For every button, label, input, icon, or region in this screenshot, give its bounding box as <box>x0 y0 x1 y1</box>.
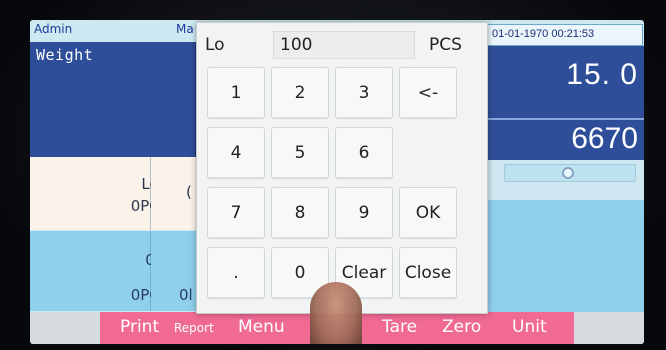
lo-limit-cell[interactable]: Lo 0PCS <box>30 157 169 230</box>
toolbar-edge-left <box>30 312 100 344</box>
datetime-display: 01-01-1970 00:21:53 <box>485 24 643 46</box>
keypad-value-field[interactable]: 100 <box>273 31 415 59</box>
datetime-text: 01-01-1970 00:21:53 <box>492 28 595 40</box>
close-key-label: Close <box>404 263 452 283</box>
tare-button[interactable]: Tare <box>382 317 417 337</box>
backspace-key-label: <- <box>417 83 439 103</box>
key-8[interactable]: 8 <box>271 187 329 239</box>
print-button[interactable]: Print <box>120 317 159 337</box>
key-2-label: 2 <box>294 83 306 103</box>
count-readout: 6670 <box>571 122 638 155</box>
key-2[interactable]: 2 <box>271 67 329 119</box>
zero-button[interactable]: Zero <box>442 317 481 337</box>
value-panel: 15. 0 6670 <box>472 46 644 160</box>
weight-readout: 15. 0 <box>566 58 638 91</box>
key-4[interactable]: 4 <box>207 127 265 179</box>
key-7-label: 7 <box>230 203 242 223</box>
user-label: Admin <box>34 22 73 36</box>
key-5-label: 5 <box>294 143 306 163</box>
status-strip: Admin Ma <box>30 20 198 44</box>
key-3-label: 3 <box>358 83 370 103</box>
next-limit-cell[interactable]: ( <box>151 157 199 230</box>
unit-button[interactable]: Unit <box>512 317 547 337</box>
key-0-label: 0 <box>294 263 306 283</box>
backspace-key[interactable]: <- <box>399 67 457 119</box>
decimal-key[interactable]: . <box>207 247 265 299</box>
key-1[interactable]: 1 <box>207 67 265 119</box>
key-4-label: 4 <box>230 143 242 163</box>
ok-key-label: OK <box>415 203 441 223</box>
key-5[interactable]: 5 <box>271 127 329 179</box>
clear-key-label: Clear <box>341 263 387 283</box>
right-info-panel <box>472 200 644 312</box>
count-cell[interactable]: 0 0PCS <box>30 231 169 311</box>
keypad-unit-label: PCS <box>429 35 462 55</box>
decimal-key-label: . <box>233 263 239 283</box>
indicator-dot-icon <box>562 167 574 179</box>
toolbar-edge-right <box>574 312 644 344</box>
close-key[interactable]: Close <box>399 247 457 299</box>
key-9-label: 9 <box>358 203 370 223</box>
count-next-fragment: 0l <box>179 286 193 304</box>
weight-panel: Weight <box>30 42 197 157</box>
key-7[interactable]: 7 <box>207 187 265 239</box>
keypad-value-text: 100 <box>280 35 313 55</box>
count-next-cell[interactable]: 0l <box>151 231 199 311</box>
indicator-area <box>472 160 644 200</box>
key-9[interactable]: 9 <box>335 187 393 239</box>
mode-label: Ma <box>176 22 194 36</box>
keypad-title: Lo <box>205 35 225 55</box>
ok-key[interactable]: OK <box>399 187 457 239</box>
key-6[interactable]: 6 <box>335 127 393 179</box>
key-1-label: 1 <box>230 83 242 103</box>
report-button[interactable]: Report <box>174 321 214 335</box>
readout-divider <box>472 118 644 120</box>
menu-button[interactable]: Menu <box>238 317 285 337</box>
weight-label: Weight <box>36 46 94 64</box>
device-screen: Admin Ma Weight Lo 0PCS ( 0 0PCS 0l 01-0… <box>30 20 644 344</box>
next-limit-fragment: ( <box>186 183 192 201</box>
numeric-keypad-dialog: Lo 100 PCS 1 2 3 <- 4 5 6 7 8 9 OK . 0 C… <box>196 22 488 314</box>
key-3[interactable]: 3 <box>335 67 393 119</box>
finger-overlay <box>310 282 362 344</box>
key-8-label: 8 <box>294 203 306 223</box>
key-6-label: 6 <box>358 143 370 163</box>
